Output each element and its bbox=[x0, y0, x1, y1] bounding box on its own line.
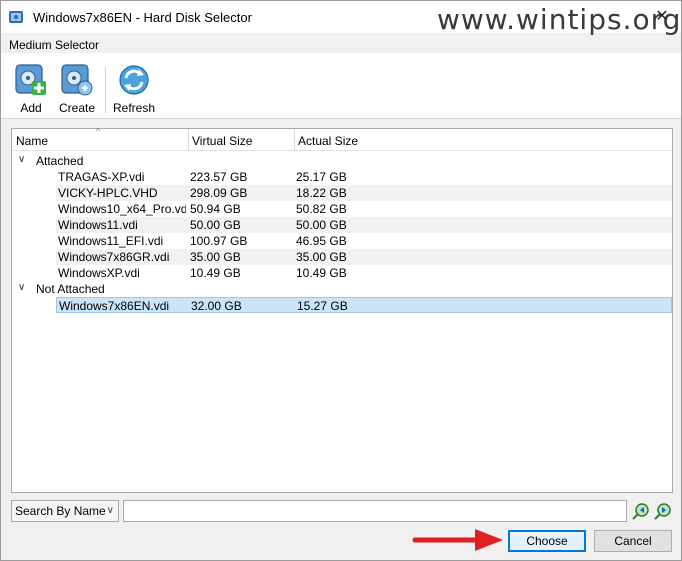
search-mode-select[interactable]: Search By Name ∨ bbox=[11, 500, 119, 522]
column-name-header[interactable]: Name bbox=[12, 129, 188, 151]
item-actual-size: 35.00 GB bbox=[296, 250, 347, 264]
chevron-down-icon[interactable]: ∨ bbox=[18, 154, 25, 165]
refresh-icon bbox=[119, 65, 149, 95]
list-item[interactable]: Windows7x86GR.vdi 35.00 GB 35.00 GB bbox=[56, 249, 672, 265]
chevron-down-icon[interactable]: ∨ bbox=[18, 282, 25, 293]
hard-disk-selector-window: Windows7x86EN - Hard Disk Selector www.w… bbox=[0, 0, 682, 561]
group-label: Not Attached bbox=[36, 282, 105, 296]
add-button[interactable]: Add bbox=[13, 63, 49, 117]
item-virtual-size: 50.94 GB bbox=[190, 202, 241, 216]
search-previous-icon[interactable] bbox=[631, 501, 651, 521]
close-button[interactable]: ✕ bbox=[651, 7, 673, 27]
list-item[interactable]: TRAGAS-XP.vdi 223.57 GB 25.17 GB bbox=[56, 169, 672, 185]
search-input[interactable] bbox=[123, 500, 627, 522]
toolbar-separator bbox=[105, 67, 106, 113]
medium-selector-label: Medium Selector bbox=[9, 38, 100, 52]
list-item[interactable]: WindowsXP.vdi 10.49 GB 10.49 GB bbox=[56, 265, 672, 281]
add-disk-icon bbox=[15, 64, 46, 95]
item-name: Windows11_EFI.vdi bbox=[58, 234, 164, 248]
group-label: Attached bbox=[36, 154, 84, 168]
watermark-text: www.wintips.org bbox=[437, 3, 682, 36]
item-name: Windows7x86EN.vdi bbox=[59, 299, 170, 313]
item-virtual-size: 100.97 GB bbox=[190, 234, 248, 248]
item-name: WindowsXP.vdi bbox=[58, 266, 140, 280]
cancel-button[interactable]: Cancel bbox=[594, 530, 672, 552]
list-item-selected[interactable]: Windows7x86EN.vdi 32.00 GB 15.27 GB bbox=[56, 297, 672, 313]
toolbar: Add Create Refresh bbox=[1, 53, 681, 119]
column-virtual-size-header[interactable]: Virtual Size bbox=[188, 129, 294, 151]
item-actual-size: 50.82 GB bbox=[296, 202, 347, 216]
item-name: TRAGAS-XP.vdi bbox=[58, 170, 145, 184]
search-bar: Search By Name ∨ bbox=[11, 500, 673, 522]
virtualbox-app-icon bbox=[9, 11, 23, 23]
chevron-down-icon: ∨ bbox=[106, 505, 114, 516]
item-actual-size: 46.95 GB bbox=[296, 234, 347, 248]
search-mode-label: Search By Name bbox=[15, 504, 106, 518]
item-virtual-size: 298.09 GB bbox=[190, 186, 248, 200]
item-actual-size: 50.00 GB bbox=[296, 218, 347, 232]
item-virtual-size: 10.49 GB bbox=[190, 266, 241, 280]
item-virtual-size: 35.00 GB bbox=[190, 250, 241, 264]
annotation-arrow-icon bbox=[412, 529, 503, 551]
title-bar: Windows7x86EN - Hard Disk Selector www.w… bbox=[1, 1, 682, 36]
list-item[interactable]: Windows10_x64_Pro.vdi 50.94 GB 50.82 GB bbox=[56, 201, 672, 217]
list-item[interactable]: Windows11.vdi 50.00 GB 50.00 GB bbox=[56, 217, 672, 233]
add-label: Add bbox=[20, 101, 42, 115]
choose-button[interactable]: Choose bbox=[508, 530, 586, 552]
create-label: Create bbox=[58, 101, 96, 115]
search-next-icon[interactable] bbox=[653, 501, 673, 521]
medium-tree[interactable]: ^ Name Virtual Size Actual Size ∨ Attach… bbox=[11, 126, 673, 493]
item-actual-size: 15.27 GB bbox=[297, 299, 348, 313]
item-name: VICKY-HPLC.VHD bbox=[58, 186, 158, 200]
item-actual-size: 25.17 GB bbox=[296, 170, 347, 184]
window-title: Windows7x86EN - Hard Disk Selector bbox=[33, 10, 252, 25]
item-virtual-size: 32.00 GB bbox=[191, 299, 242, 313]
item-actual-size: 18.22 GB bbox=[296, 186, 347, 200]
refresh-button[interactable]: Refresh bbox=[111, 63, 157, 117]
item-name: Windows7x86GR.vdi bbox=[58, 250, 170, 264]
refresh-label: Refresh bbox=[112, 101, 156, 115]
create-button[interactable]: Create bbox=[57, 63, 97, 117]
item-virtual-size: 50.00 GB bbox=[190, 218, 241, 232]
item-virtual-size: 223.57 GB bbox=[190, 170, 248, 184]
column-actual-size-header[interactable]: Actual Size bbox=[294, 129, 494, 151]
item-name: Windows11.vdi bbox=[58, 218, 138, 232]
list-item[interactable]: Windows11_EFI.vdi 100.97 GB 46.95 GB bbox=[56, 233, 672, 249]
item-name: Windows10_x64_Pro.vdi bbox=[58, 202, 186, 216]
item-actual-size: 10.49 GB bbox=[296, 266, 347, 280]
tree-header: ^ Name Virtual Size Actual Size bbox=[12, 126, 672, 151]
list-item[interactable]: VICKY-HPLC.VHD 298.09 GB 18.22 GB bbox=[56, 185, 672, 201]
create-disk-icon bbox=[61, 64, 93, 96]
group-not-attached[interactable]: ∨ Not Attached bbox=[12, 281, 672, 297]
group-attached[interactable]: ∨ Attached bbox=[12, 153, 672, 169]
